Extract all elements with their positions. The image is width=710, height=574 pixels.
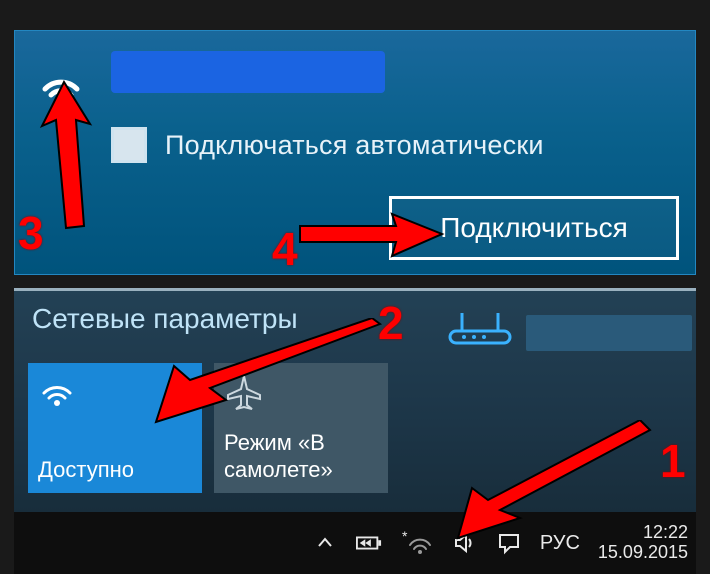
clock[interactable]: 12:22 15.09.2015 [598, 523, 688, 563]
battery-icon[interactable] [356, 530, 382, 556]
tile-airplane-mode[interactable]: Режим «В самолете» [214, 363, 388, 493]
connect-button[interactable]: Подключиться [389, 196, 679, 260]
wifi-unavailable-icon[interactable]: * [400, 530, 434, 556]
system-tray: * РУС 12:22 15.09.2015 [312, 512, 688, 574]
section-title: Сетевые параметры [32, 303, 298, 335]
ssid-redacted [111, 51, 385, 93]
tray-chevron-icon[interactable] [312, 530, 338, 556]
wifi-network-item[interactable] [33, 53, 677, 113]
auto-connect-checkbox[interactable] [111, 127, 147, 163]
action-center-icon[interactable] [496, 530, 522, 556]
volume-icon[interactable] [452, 530, 478, 556]
clock-time: 12:22 [643, 523, 688, 543]
tile-wifi-label: Доступно [38, 457, 134, 483]
connect-button-label: Подключиться [440, 212, 628, 244]
wifi-icon [33, 53, 89, 109]
network-flyout-bottom: Сетевые параметры Доступно [14, 288, 696, 512]
annotation-step-2: 2 [378, 296, 405, 350]
router-ssid-redacted [526, 315, 692, 351]
network-flyout-top: Подключаться автоматически Подключиться [14, 30, 696, 275]
clock-date: 15.09.2015 [598, 543, 688, 563]
annotation-step-1: 1 [660, 434, 687, 488]
svg-text:*: * [402, 531, 408, 544]
language-indicator[interactable]: РУС [540, 532, 580, 555]
tile-wifi[interactable]: Доступно [28, 363, 202, 493]
wifi-icon [38, 373, 76, 417]
auto-connect-row: Подключаться автоматически [111, 127, 544, 163]
tile-plane-label: Режим «В самолете» [224, 430, 388, 483]
taskbar: * РУС 12:22 15.09.2015 [14, 512, 696, 574]
annotation-step-4: 4 [272, 222, 299, 276]
airplane-icon [224, 373, 264, 419]
annotation-step-3: 3 [18, 206, 45, 260]
router-icon [446, 311, 516, 352]
auto-connect-label: Подключаться автоматически [165, 130, 544, 161]
